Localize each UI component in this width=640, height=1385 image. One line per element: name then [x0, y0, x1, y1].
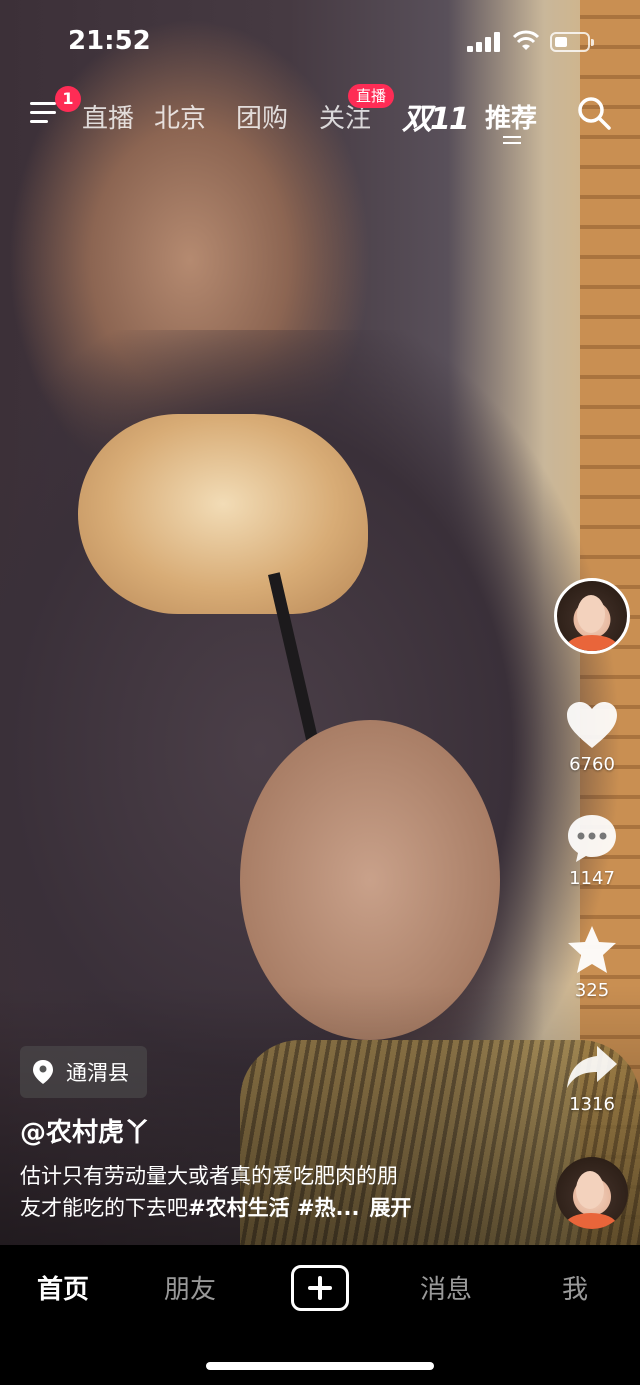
- home-indicator: [206, 1362, 434, 1370]
- tab-beijing[interactable]: 北京: [154, 98, 206, 135]
- search-icon[interactable]: [576, 95, 612, 131]
- top-nav: 1 直播 北京 团购 关注 直播 双11 推荐: [0, 84, 640, 144]
- hashtags[interactable]: #农村生活 #热...: [188, 1196, 359, 1220]
- share-button[interactable]: 1316: [556, 1044, 628, 1115]
- pork-piece: [78, 414, 368, 614]
- cellular-signal-icon: [467, 32, 501, 52]
- location-pin-icon: [33, 1060, 53, 1084]
- tab-group-buy[interactable]: 团购: [236, 98, 288, 135]
- tab-home[interactable]: 首页: [37, 1269, 89, 1306]
- description-line-2: 友才能吃的下去吧#农村生活 #热... 展开: [20, 1192, 540, 1224]
- share-icon: [567, 1046, 617, 1088]
- menu-icon[interactable]: [30, 100, 58, 126]
- author-name[interactable]: @农村虎丫: [20, 1112, 150, 1149]
- share-count: 1316: [569, 1094, 615, 1115]
- author-avatar[interactable]: [554, 578, 630, 654]
- description-line-1: 估计只有劳动量大或者真的爱吃肥肉的朋: [20, 1164, 398, 1188]
- tab-live[interactable]: 直播: [82, 98, 134, 135]
- expand-button[interactable]: 展开: [369, 1196, 411, 1220]
- like-count: 6760: [569, 754, 615, 775]
- status-time: 21:52: [68, 26, 151, 56]
- tab-messages[interactable]: 消息: [420, 1269, 472, 1306]
- comment-button[interactable]: 1147: [556, 812, 628, 889]
- notification-badge: 1: [55, 86, 81, 112]
- tab-double11[interactable]: 双11: [402, 94, 470, 138]
- tab-recommend[interactable]: 推荐: [485, 98, 537, 135]
- location-tag[interactable]: 通渭县: [20, 1046, 147, 1098]
- wifi-icon: [512, 30, 540, 50]
- comment-icon: [568, 815, 616, 862]
- star-icon: [568, 926, 616, 973]
- status-bar: 21:52: [0, 0, 640, 80]
- favorite-count: 325: [574, 980, 610, 1001]
- add-post-button[interactable]: [291, 1265, 349, 1311]
- live-badge: 直播: [348, 84, 395, 108]
- location-label: 通渭县: [66, 1061, 129, 1085]
- active-tab-indicator-icon: [503, 136, 521, 144]
- heart-icon: [567, 702, 617, 748]
- tab-me[interactable]: 我: [562, 1269, 588, 1306]
- favorite-button[interactable]: 325: [556, 924, 628, 1001]
- video-description: 估计只有劳动量大或者真的爱吃肥肉的朋 友才能吃的下去吧#农村生活 #热... 展开: [20, 1160, 540, 1224]
- description-text: 友才能吃的下去吧: [20, 1196, 188, 1220]
- comment-count: 1147: [569, 868, 615, 889]
- tab-friends[interactable]: 朋友: [164, 1269, 216, 1306]
- like-button[interactable]: 6760: [556, 700, 628, 775]
- battery-icon: [550, 32, 594, 52]
- music-disc-avatar[interactable]: [556, 1157, 628, 1229]
